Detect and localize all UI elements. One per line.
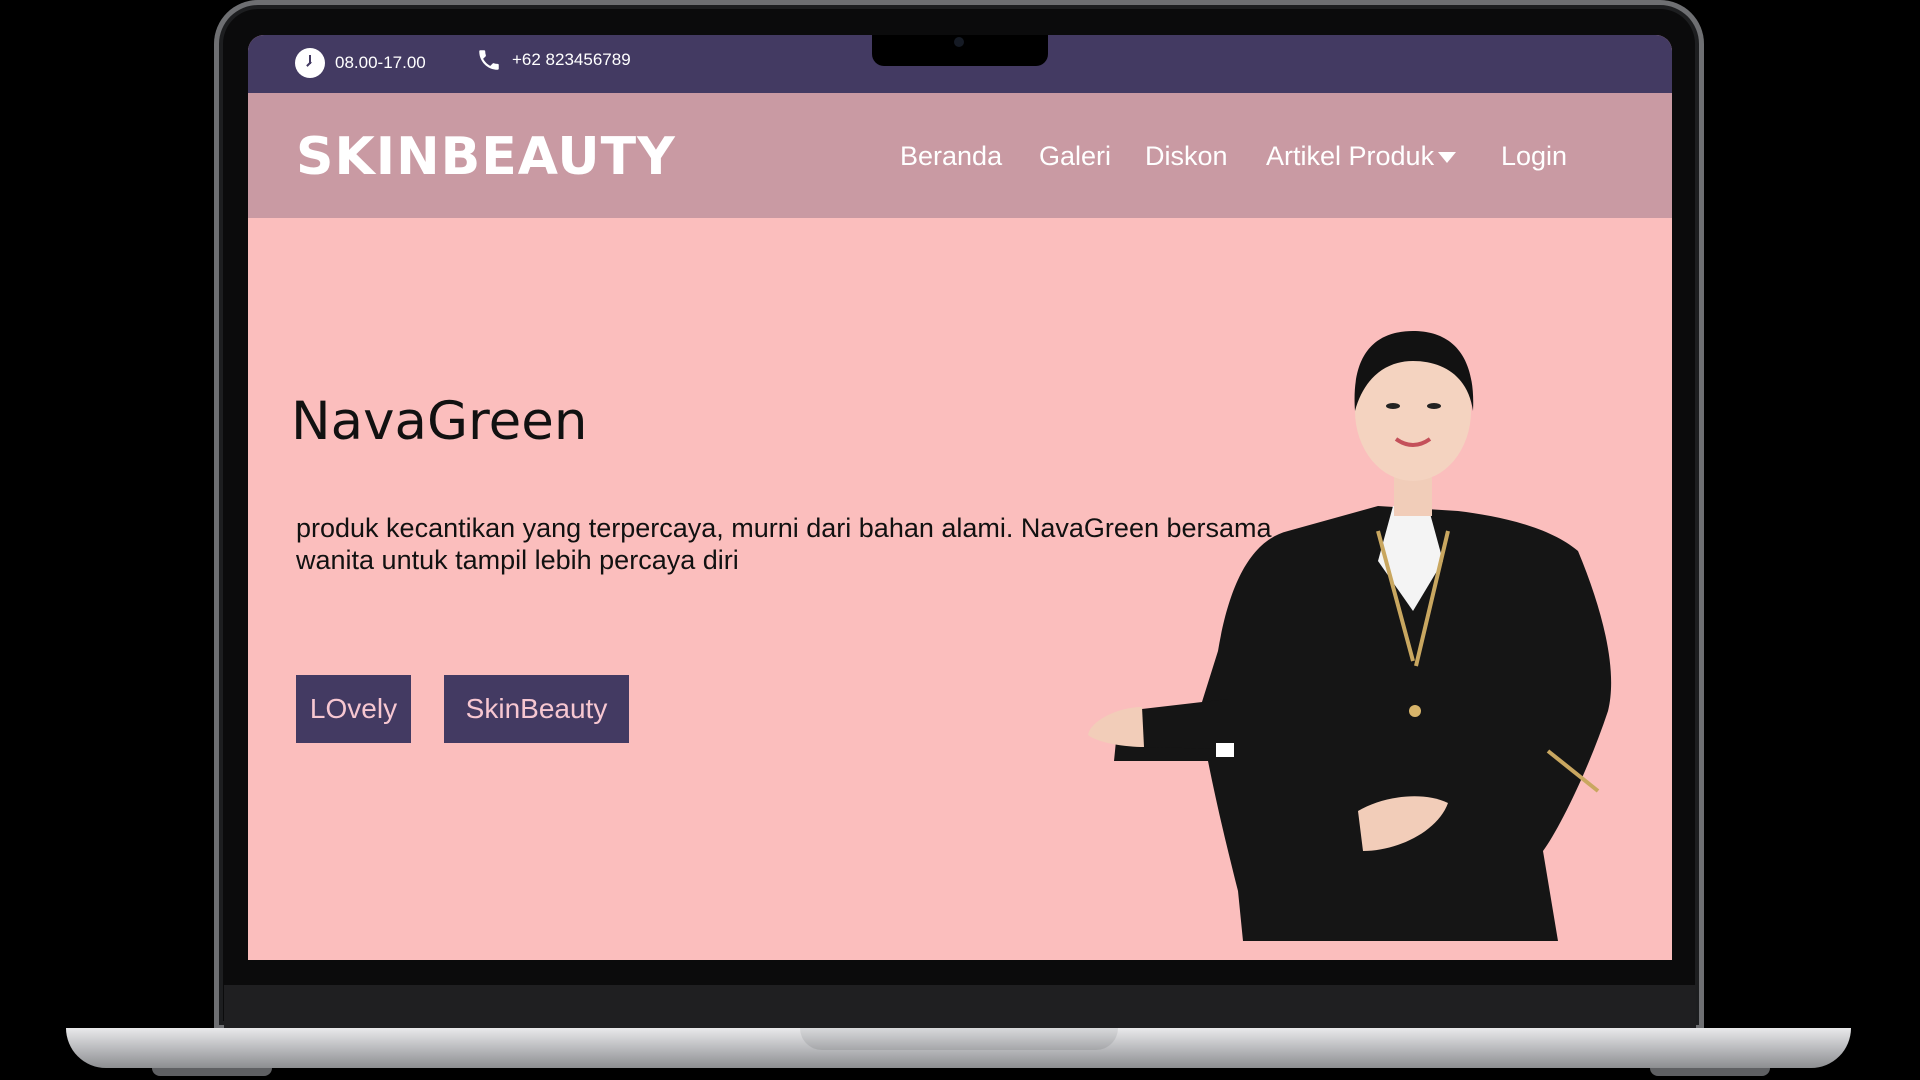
phone-text: +62 823456789: [512, 50, 631, 69]
laptop-hinge: [224, 985, 1696, 1030]
hero-title: NavaGreen: [291, 391, 588, 452]
laptop-opening-notch: [800, 1028, 1118, 1050]
model-photo: [1088, 331, 1612, 941]
laptop-foot-right: [1650, 1068, 1770, 1076]
phone-icon: [479, 50, 499, 70]
nav-artikel-produk[interactable]: Artikel Produk: [1266, 141, 1457, 172]
caret-down-icon: [1438, 152, 1457, 164]
hours-text: 08.00-17.00: [335, 53, 426, 72]
camera-notch: [872, 35, 1048, 66]
camera-icon: [954, 37, 964, 47]
lovely-button[interactable]: LOvely: [296, 675, 411, 743]
nav-beranda[interactable]: Beranda: [900, 141, 1002, 172]
nav-galeri[interactable]: Galeri: [1039, 141, 1111, 172]
hours-info: 08.00-17.00: [295, 48, 426, 78]
clock-icon: [295, 48, 325, 78]
brand-logo[interactable]: SKINBEAUTY: [296, 127, 676, 187]
nav-artikel-produk-label: Artikel Produk: [1266, 141, 1435, 171]
skinbeauty-button[interactable]: SkinBeauty: [444, 675, 629, 743]
nav-diskon[interactable]: Diskon: [1145, 141, 1228, 172]
phone-info[interactable]: +62 823456789: [476, 47, 631, 73]
nav-login[interactable]: Login: [1501, 141, 1567, 172]
laptop-foot-left: [152, 1068, 272, 1076]
main-navbar: SKINBEAUTY Beranda Galeri Diskon Artikel…: [248, 93, 1672, 218]
website-screen: 08.00-17.00 +62 823456789 SKINBEAUTY Ber…: [248, 35, 1672, 960]
